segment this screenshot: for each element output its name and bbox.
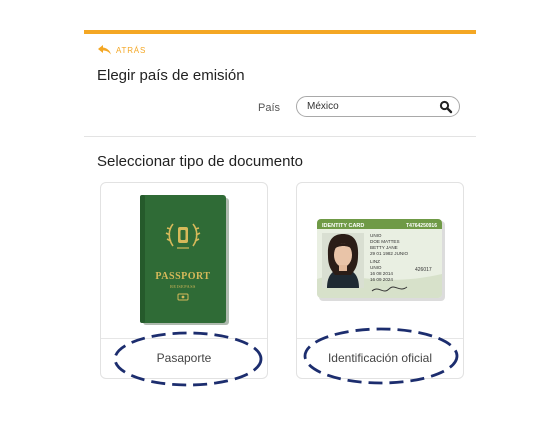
country-section-title: Elegir país de emisión: [97, 67, 245, 84]
passport-cover-title: PASSPORT: [155, 271, 210, 282]
passport-cover-subtitle: REISEPASS: [170, 284, 196, 289]
id-line-8: 16 09 2024: [370, 277, 393, 282]
country-input[interactable]: [307, 101, 437, 112]
country-search-field[interactable]: [296, 96, 460, 117]
id-card-header: IDENTITY CARD: [322, 223, 364, 229]
card-divider: [297, 338, 463, 339]
document-selection-panel: ATRÁS Elegir país de emisión País Selecc…: [84, 30, 476, 390]
id-card-image: IDENTITY CARD T4764250916 UNIO DOE MATTE…: [317, 219, 445, 301]
id-side-number: 426017: [415, 267, 432, 273]
id-option-label: Identificación oficial: [327, 351, 433, 365]
back-label: ATRÁS: [116, 45, 147, 55]
card-divider: [101, 338, 267, 339]
passport-option-label: Pasaporte: [156, 351, 212, 365]
document-section-title: Seleccionar tipo de documento: [97, 153, 303, 170]
id-line-1: UNIO: [370, 233, 382, 238]
id-line-6: UNIO: [370, 265, 382, 270]
back-link[interactable]: ATRÁS: [98, 45, 146, 55]
section-divider: [84, 136, 476, 137]
id-line-3: BETTY JANE: [370, 245, 398, 250]
passport-option-card[interactable]: PASSPORT REISEPASS Pasaporte: [100, 182, 268, 379]
search-icon[interactable]: [439, 100, 453, 114]
id-card-number: T4764250916: [406, 223, 437, 229]
id-line-4: 29 01 1982 JUNIO: [370, 251, 408, 256]
top-accent-bar: [84, 30, 476, 34]
back-arrow-icon: [98, 45, 111, 55]
id-line-7: 16 08 2014: [370, 271, 393, 276]
id-option-card[interactable]: IDENTITY CARD T4764250916 UNIO DOE MATTE…: [296, 182, 464, 379]
passport-image: PASSPORT REISEPASS: [140, 195, 229, 325]
country-field-label: País: [258, 102, 281, 114]
id-line-5: LINZ: [370, 259, 380, 264]
id-line-2: DOE MATTES: [370, 239, 400, 244]
